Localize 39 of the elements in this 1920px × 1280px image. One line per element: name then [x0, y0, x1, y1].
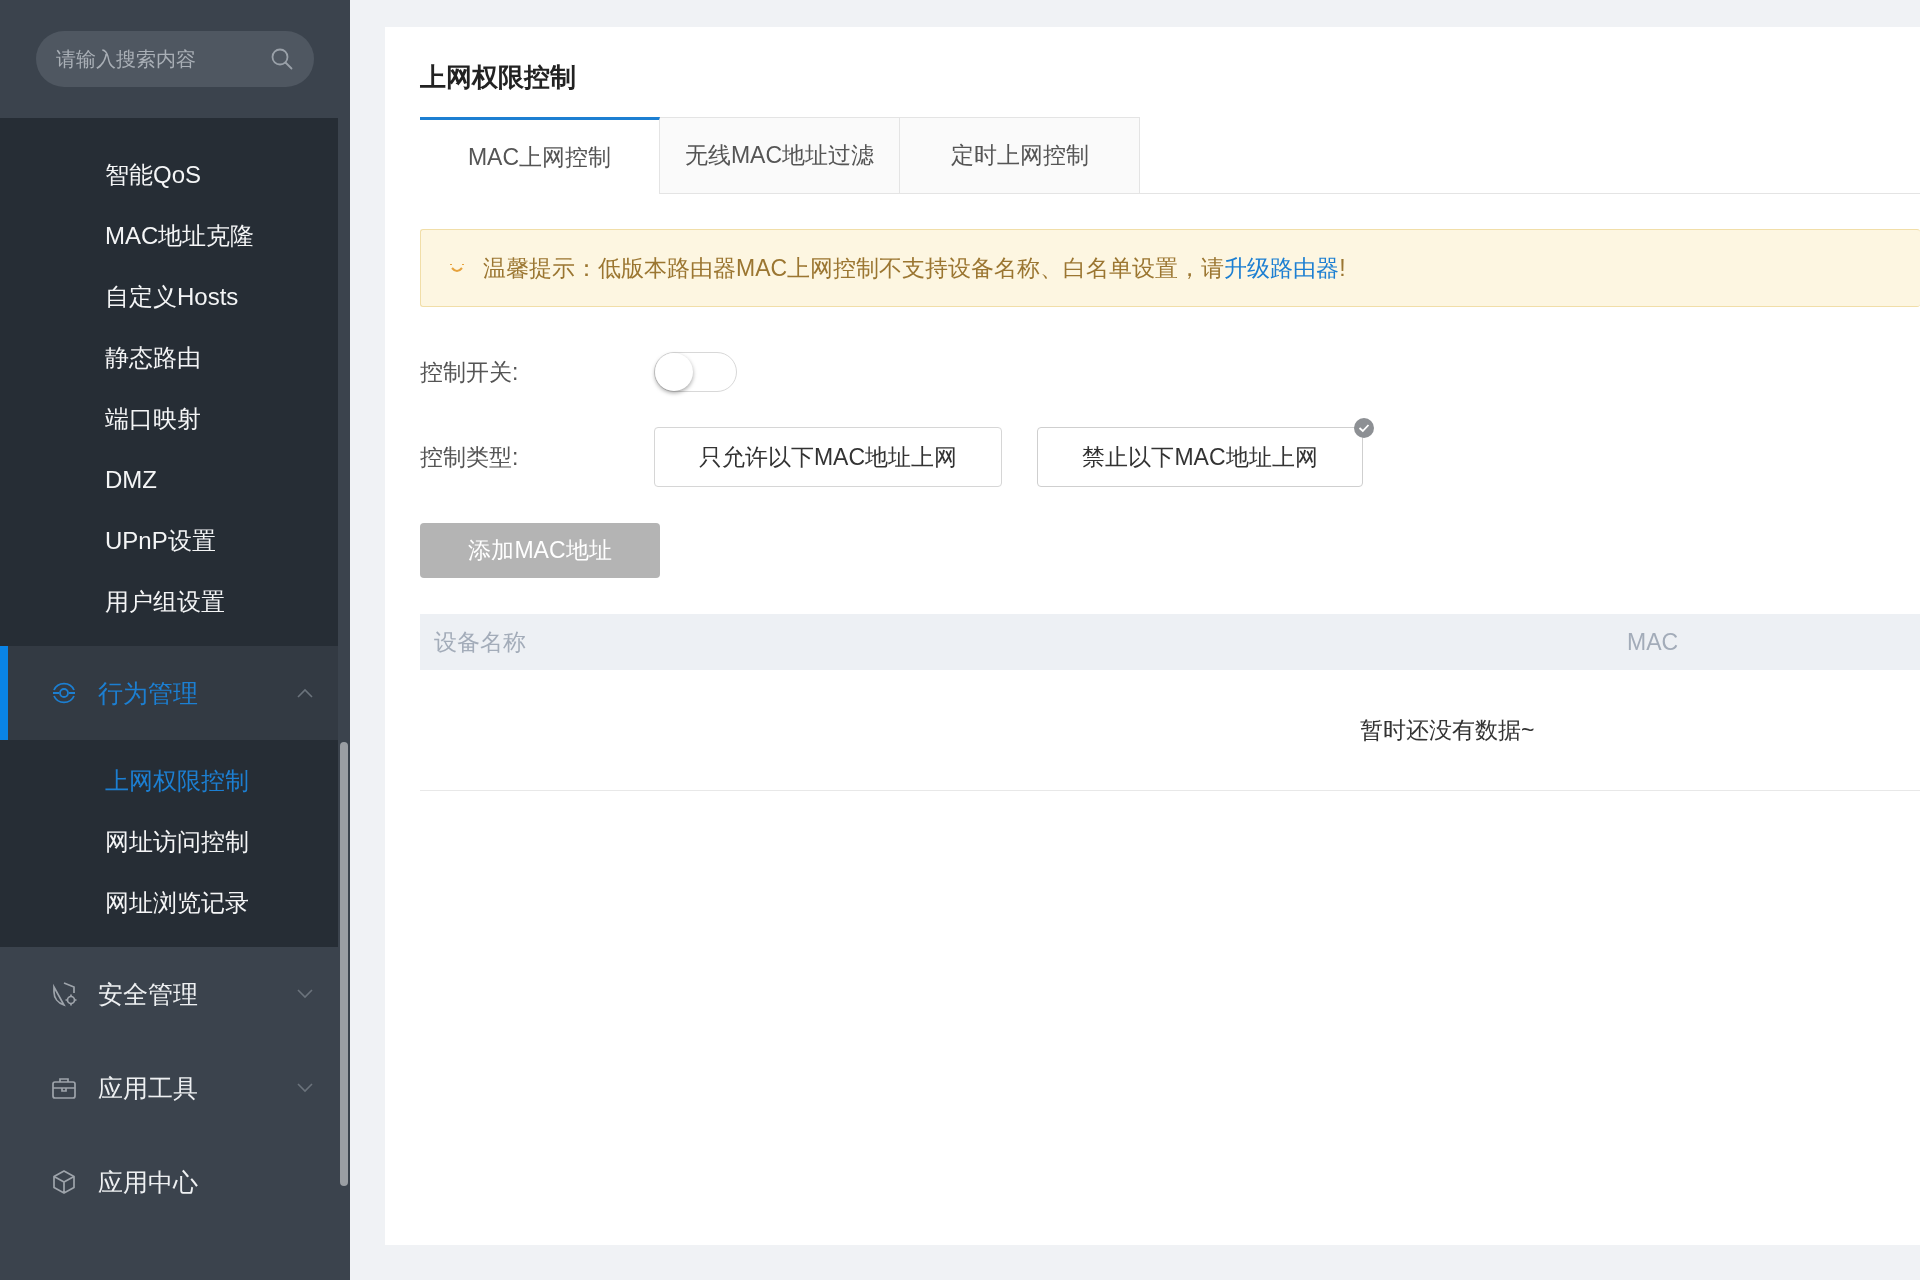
column-header: 设备名称	[434, 627, 527, 657]
tab[interactable]: 定时上网控制	[900, 117, 1140, 193]
chevron-down-icon	[296, 1083, 314, 1093]
menu-item[interactable]: 静态路由	[0, 327, 338, 388]
toggle-switch[interactable]	[654, 352, 737, 392]
cube-icon	[50, 1168, 78, 1196]
menu-group[interactable]: 安全管理	[0, 947, 338, 1041]
menu-item[interactable]: 网址浏览记录	[0, 872, 338, 933]
switch-label: 控制开关:	[420, 357, 520, 387]
column-header: MAC	[1627, 628, 1679, 656]
upgrade-link[interactable]: 升级路由器	[1224, 254, 1340, 281]
type-label: 控制类型:	[420, 442, 520, 472]
page-title: 上网权限控制	[420, 61, 577, 94]
menu-item[interactable]: UPnP设置	[0, 510, 338, 571]
tab[interactable]: 无线MAC地址过滤	[660, 117, 900, 193]
empty-message: 暂时还没有数据~	[1360, 715, 1535, 745]
menu-group-label: 应用工具	[98, 1072, 199, 1104]
menu-group-label: 行为管理	[98, 677, 199, 709]
search-field[interactable]: 请输入搜索内容	[36, 31, 314, 87]
menu-item[interactable]: DMZ	[0, 449, 338, 510]
notice-text: 温馨提示：低版本路由器MAC上网控制不支持设备名称、白名单设置，请升级路由器!	[483, 253, 1346, 283]
menu-item[interactable]: MAC地址克隆	[0, 205, 338, 266]
tab[interactable]: MAC上网控制	[420, 117, 660, 194]
menu-item[interactable]: 智能QoS	[0, 144, 338, 205]
option-button[interactable]: 禁止以下MAC地址上网	[1037, 427, 1363, 487]
chevron-down-icon	[296, 989, 314, 999]
menu-item[interactable]: 网址访问控制	[0, 811, 338, 872]
menu-group[interactable]: 应用中心	[0, 1135, 338, 1229]
chevron-up-icon	[296, 688, 314, 698]
option-button[interactable]: 只允许以下MAC地址上网	[654, 427, 1002, 487]
menu-group[interactable]: 应用工具	[0, 1041, 338, 1135]
menu-group-label: 安全管理	[98, 978, 199, 1010]
search-icon	[270, 47, 294, 71]
menu-item[interactable]: 自定义Hosts	[0, 266, 338, 327]
menu-item[interactable]: 用户组设置	[0, 571, 338, 632]
menu-item[interactable]: 端口映射	[0, 388, 338, 449]
smile-icon	[449, 262, 465, 274]
menu-group-label: 应用中心	[98, 1166, 199, 1198]
scrollbar[interactable]	[340, 742, 348, 1186]
